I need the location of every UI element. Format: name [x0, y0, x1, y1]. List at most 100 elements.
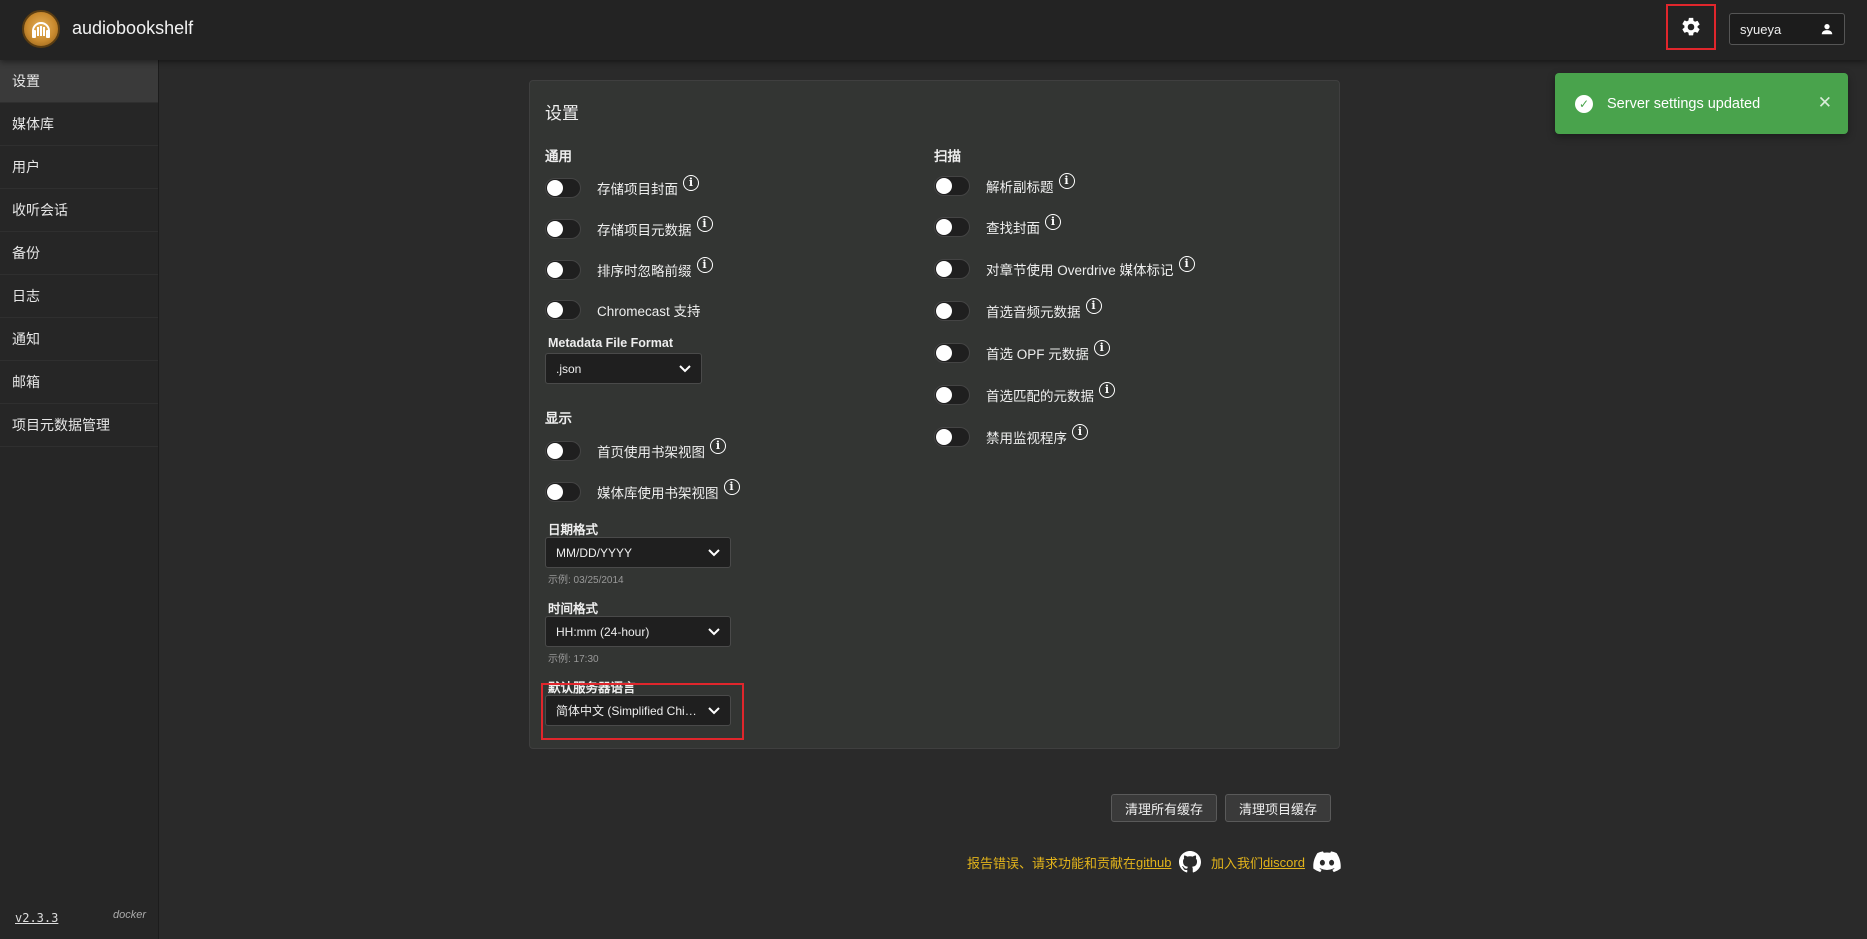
info-icon[interactable]: i: [1045, 214, 1061, 230]
join-text: 加入我们: [1211, 855, 1264, 871]
parse-subtitles-label: 解析副标题: [986, 180, 1054, 195]
sidebar: 设置 媒体库 用户 收听会话 备份 日志 通知 邮箱 项目元数据管理 v2.3.…: [0, 60, 159, 939]
date-format-select[interactable]: MM/DD/YYYY: [545, 537, 731, 568]
store-metadata-toggle[interactable]: [545, 219, 581, 239]
sidebar-item-backups[interactable]: 备份: [0, 232, 158, 275]
discord-icon[interactable]: [1313, 851, 1341, 873]
date-format-value: MM/DD/YYYY: [556, 545, 633, 560]
disable-watcher-setting: 禁用监视程序 i: [934, 424, 1088, 450]
audiobookshelf-logo-icon[interactable]: [22, 10, 60, 48]
server-language-label: 默认服务器语言: [548, 681, 636, 695]
prefer-audio-metadata-toggle[interactable]: [934, 301, 970, 321]
purge-all-cache-button[interactable]: 清理所有缓存: [1111, 794, 1217, 822]
check-circle-icon: ✓: [1575, 94, 1593, 113]
overdrive-chapters-toggle[interactable]: [934, 259, 970, 279]
version-link[interactable]: v2.3.3: [15, 911, 58, 925]
prefer-matched-metadata-toggle[interactable]: [934, 385, 970, 405]
discord-link[interactable]: discord: [1263, 855, 1305, 870]
time-format-label: 时间格式: [548, 602, 599, 616]
install-source-label: docker: [113, 909, 147, 921]
time-format-example: 示例: 17:30: [548, 654, 599, 665]
info-icon[interactable]: i: [1178, 256, 1195, 272]
toast-message: Server settings updated: [1607, 95, 1761, 112]
info-icon[interactable]: i: [1058, 173, 1075, 189]
gear-icon: [1682, 17, 1700, 36]
library-bookshelf-toggle[interactable]: [545, 482, 581, 502]
ignore-prefixes-setting: 排序时忽略前缀 i: [545, 257, 713, 283]
ignore-prefixes-label: 排序时忽略前缀: [597, 264, 692, 279]
sidebar-item-logs[interactable]: 日志: [0, 275, 158, 318]
prefer-opf-metadata-label: 首选 OPF 元数据: [986, 347, 1089, 362]
info-icon[interactable]: i: [1093, 340, 1110, 356]
store-cover-toggle[interactable]: [545, 178, 581, 198]
prefer-opf-metadata-setting: 首选 OPF 元数据 i: [934, 340, 1110, 366]
time-format-value: HH:mm (24-hour): [556, 624, 650, 639]
purge-items-cache-button[interactable]: 清理项目缓存: [1225, 794, 1331, 822]
user-menu-button[interactable]: syueya: [1729, 13, 1845, 45]
home-bookshelf-label: 首页使用书架视图: [597, 445, 705, 460]
github-link[interactable]: github: [1136, 855, 1171, 870]
info-icon[interactable]: i: [710, 438, 726, 454]
prefer-audio-metadata-label: 首选音频元数据: [986, 305, 1081, 320]
time-format-select[interactable]: HH:mm (24-hour): [545, 616, 731, 647]
chromecast-label: Chromecast 支持: [597, 304, 701, 319]
info-icon[interactable]: i: [1072, 424, 1088, 440]
app-bar: audiobookshelf syueya: [0, 0, 1867, 60]
home-bookshelf-setting: 首页使用书架视图 i: [545, 438, 726, 464]
prefer-matched-metadata-label: 首选匹配的元数据: [986, 389, 1094, 404]
chevron-down-icon: [708, 625, 720, 639]
sidebar-item-item-metadata-utils[interactable]: 项目元数据管理: [0, 404, 158, 447]
general-section-title: 通用: [545, 149, 572, 164]
info-icon[interactable]: i: [723, 479, 740, 495]
success-toast: ✓ Server settings updated ✕: [1555, 73, 1848, 134]
sidebar-item-email[interactable]: 邮箱: [0, 361, 158, 404]
overdrive-chapters-label: 对章节使用 Overdrive 媒体标记: [986, 263, 1174, 278]
library-bookshelf-setting: 媒体库使用书架视图 i: [545, 479, 740, 505]
sidebar-item-users[interactable]: 用户: [0, 146, 158, 189]
sidebar-item-libraries[interactable]: 媒体库: [0, 103, 158, 146]
find-covers-label: 查找封面: [986, 221, 1040, 236]
display-section-title: 显示: [545, 411, 572, 426]
date-format-example: 示例: 03/25/2014: [548, 575, 624, 586]
store-cover-setting: 存储项目封面 i: [545, 175, 699, 201]
github-icon[interactable]: [1179, 851, 1202, 873]
store-cover-label: 存储项目封面: [597, 182, 678, 197]
join-discord-footer: 加入我们 discord: [1211, 850, 1341, 874]
metadata-format-value: .json: [556, 361, 582, 376]
sidebar-item-notifications[interactable]: 通知: [0, 318, 158, 361]
sidebar-item-settings[interactable]: 设置: [0, 60, 158, 103]
parse-subtitles-setting: 解析副标题 i: [934, 173, 1075, 199]
server-language-value: 简体中文 (Simplified Chi…: [556, 704, 697, 718]
chevron-down-icon: [708, 704, 720, 718]
metadata-format-select[interactable]: .json: [545, 353, 702, 384]
prefer-opf-metadata-toggle[interactable]: [934, 343, 970, 363]
date-format-label: 日期格式: [548, 523, 599, 537]
parse-subtitles-toggle[interactable]: [934, 176, 970, 196]
find-covers-toggle[interactable]: [934, 217, 970, 237]
info-icon[interactable]: i: [683, 175, 699, 191]
home-bookshelf-toggle[interactable]: [545, 441, 581, 461]
overdrive-chapters-setting: 对章节使用 Overdrive 媒体标记 i: [934, 256, 1195, 282]
sidebar-item-listening-sessions[interactable]: 收听会话: [0, 189, 158, 232]
disable-watcher-label: 禁用监视程序: [986, 431, 1067, 446]
library-bookshelf-label: 媒体库使用书架视图: [597, 486, 719, 501]
find-covers-setting: 查找封面 i: [934, 214, 1061, 240]
info-icon[interactable]: i: [696, 257, 713, 273]
info-icon[interactable]: i: [696, 216, 713, 232]
info-icon[interactable]: i: [1099, 382, 1115, 398]
ignore-prefixes-toggle[interactable]: [545, 260, 581, 280]
info-icon[interactable]: i: [1085, 298, 1102, 314]
close-icon[interactable]: ✕: [1818, 93, 1832, 113]
prefer-audio-metadata-setting: 首选音频元数据 i: [934, 298, 1102, 324]
chevron-down-icon: [679, 362, 691, 376]
app-title[interactable]: audiobookshelf: [72, 18, 193, 39]
chevron-down-icon: [708, 546, 720, 560]
server-language-select[interactable]: 简体中文 (Simplified Chi…: [545, 695, 731, 726]
report-issue-footer: 报告错误、请求功能和贡献在 github: [967, 850, 1202, 874]
settings-gear-button[interactable]: [1666, 4, 1716, 50]
disable-watcher-toggle[interactable]: [934, 427, 970, 447]
page-title: 设置: [545, 104, 579, 123]
metadata-format-label: Metadata File Format: [548, 336, 674, 350]
chromecast-toggle[interactable]: [545, 300, 581, 320]
store-metadata-label: 存储项目元数据: [597, 223, 692, 238]
